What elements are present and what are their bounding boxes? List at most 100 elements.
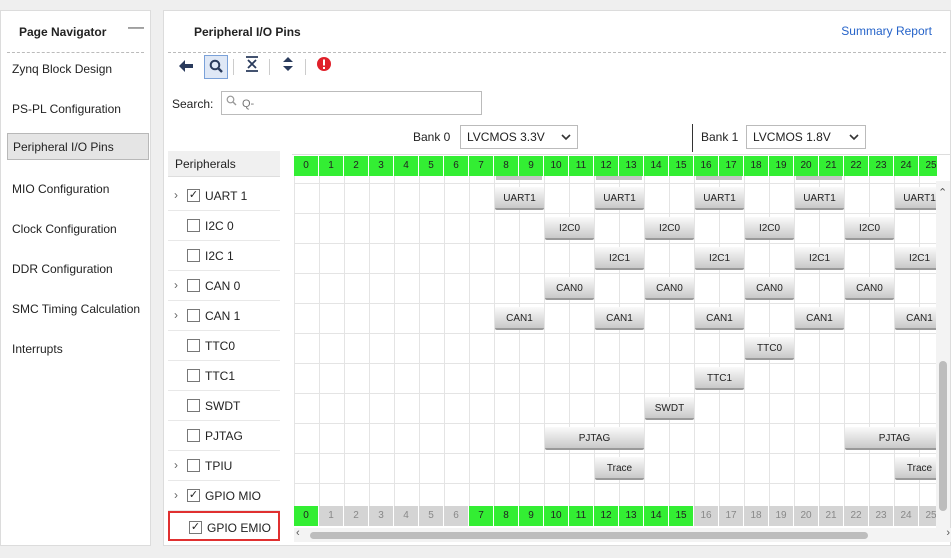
pin-footer-cell[interactable]: 13 <box>619 506 644 526</box>
peripheral-row[interactable]: ✓ GPIO EMIO <box>168 511 280 541</box>
pin-assignment[interactable]: I2C0 <box>845 217 894 240</box>
pin-header-cell[interactable]: 11 <box>569 156 594 176</box>
pin-assignment[interactable]: Trace <box>595 457 644 480</box>
bank0-voltage-select[interactable]: LVCMOS 3.3V <box>460 125 578 149</box>
pin-header-cell[interactable]: 14 <box>644 156 669 176</box>
pin-footer-cell[interactable]: 11 <box>569 506 594 526</box>
pin-header-cell[interactable]: 24 <box>894 156 919 176</box>
pin-header-cell[interactable]: 7 <box>469 156 494 176</box>
pin-assignment[interactable]: CAN1 <box>695 307 744 330</box>
collapse-all-icon[interactable] <box>240 55 264 79</box>
pin-assignment[interactable]: I2C1 <box>695 247 744 270</box>
peripheral-checkbox[interactable] <box>187 399 200 412</box>
pin-footer-cell[interactable]: 2 <box>344 506 369 526</box>
scrollbar-thumb[interactable] <box>310 532 868 539</box>
pin-assignment[interactable]: Trace <box>895 457 937 480</box>
pin-assignment[interactable]: I2C1 <box>595 247 644 270</box>
nav-item[interactable]: Zynq Block Design <box>7 56 149 83</box>
nav-item[interactable]: Peripheral I/O Pins <box>7 133 149 160</box>
pin-assignment[interactable]: SWDT <box>645 397 694 420</box>
pin-footer-cell[interactable]: 24 <box>894 506 919 526</box>
peripheral-row[interactable]: › CAN 0 <box>168 271 280 301</box>
chevron-right-icon[interactable]: › <box>174 188 178 202</box>
pin-header-cell[interactable]: 23 <box>869 156 894 176</box>
pin-header-cell[interactable]: 25 <box>919 156 937 176</box>
peripheral-row[interactable]: › ✓ UART 1 <box>168 181 280 211</box>
pin-footer-cell[interactable]: 17 <box>719 506 744 526</box>
pin-header-cell[interactable]: 0 <box>294 156 319 176</box>
pin-header-cell[interactable]: 13 <box>619 156 644 176</box>
pin-header-cell[interactable]: 9 <box>519 156 544 176</box>
search-input[interactable] <box>240 94 474 114</box>
horizontal-scrollbar[interactable]: ‹ › <box>294 527 951 542</box>
nav-item[interactable]: PS-PL Configuration <box>7 96 149 123</box>
pin-assignment[interactable]: CAN0 <box>545 277 594 300</box>
pin-assignment[interactable]: CAN1 <box>595 307 644 330</box>
nav-item[interactable]: DDR Configuration <box>7 256 149 283</box>
pin-header-cell[interactable]: 12 <box>594 156 619 176</box>
pin-header-cell[interactable]: 6 <box>444 156 469 176</box>
peripheral-row[interactable]: › TPIU <box>168 451 280 481</box>
pin-footer-cell[interactable]: 18 <box>744 506 769 526</box>
chevron-right-icon[interactable]: › <box>946 527 950 539</box>
pin-header-cell[interactable]: 2 <box>344 156 369 176</box>
chevron-right-icon[interactable]: › <box>174 458 178 472</box>
pin-assignment[interactable]: CAN0 <box>745 277 794 300</box>
peripheral-row[interactable]: TTC1 <box>168 361 280 391</box>
pin-assignment[interactable]: UART1 <box>495 187 544 210</box>
pin-assignment[interactable]: CAN1 <box>495 307 544 330</box>
pin-header-cell[interactable]: 19 <box>769 156 794 176</box>
scrollbar-thumb[interactable] <box>939 361 947 511</box>
chevron-right-icon[interactable]: › <box>174 278 178 292</box>
peripheral-checkbox[interactable]: ✓ <box>189 521 202 534</box>
pin-footer-cell[interactable]: 25 <box>919 506 937 526</box>
pin-footer-cell[interactable]: 15 <box>669 506 694 526</box>
pin-header-cell[interactable]: 16 <box>694 156 719 176</box>
pin-header-cell[interactable]: 4 <box>394 156 419 176</box>
chevron-left-icon[interactable]: ‹ <box>296 527 300 539</box>
pin-footer-cell[interactable]: 6 <box>444 506 469 526</box>
pin-footer-cell[interactable]: 8 <box>494 506 519 526</box>
expand-all-icon[interactable] <box>276 55 300 79</box>
pin-assignment[interactable]: UART1 <box>795 187 844 210</box>
pin-header-cell[interactable]: 22 <box>844 156 869 176</box>
peripheral-checkbox[interactable] <box>187 339 200 352</box>
pin-footer-cell[interactable]: 22 <box>844 506 869 526</box>
pin-assignment[interactable]: PJTAG <box>845 427 937 450</box>
peripheral-checkbox[interactable] <box>187 369 200 382</box>
pin-header-cell[interactable]: 10 <box>544 156 569 176</box>
pin-assignment[interactable]: CAN1 <box>895 307 937 330</box>
peripheral-row[interactable]: TTC0 <box>168 331 280 361</box>
pin-assignment[interactable]: I2C1 <box>895 247 937 270</box>
peripheral-checkbox[interactable] <box>187 459 200 472</box>
pin-assignment[interactable]: UART1 <box>895 187 937 210</box>
pin-assignment[interactable]: UART1 <box>595 187 644 210</box>
pin-header-cell[interactable]: 1 <box>319 156 344 176</box>
peripheral-checkbox[interactable] <box>187 309 200 322</box>
peripheral-row[interactable]: I2C 1 <box>168 241 280 271</box>
pin-assignment[interactable]: CAN0 <box>645 277 694 300</box>
peripheral-checkbox[interactable] <box>187 219 200 232</box>
pin-footer-cell[interactable]: 20 <box>794 506 819 526</box>
pin-assignment[interactable]: I2C0 <box>645 217 694 240</box>
pin-assignment[interactable]: CAN1 <box>795 307 844 330</box>
peripheral-checkbox[interactable] <box>187 249 200 262</box>
pin-assignment[interactable]: TTC0 <box>745 337 794 360</box>
pin-footer-cell[interactable]: 10 <box>544 506 569 526</box>
pin-assignment[interactable]: TTC1 <box>695 367 744 390</box>
pin-header-cell[interactable]: 3 <box>369 156 394 176</box>
pin-footer-cell[interactable]: 3 <box>369 506 394 526</box>
chevron-right-icon[interactable]: › <box>174 308 178 322</box>
pin-footer-cell[interactable]: 5 <box>419 506 444 526</box>
peripheral-row[interactable]: SWDT <box>168 391 280 421</box>
pin-assignment[interactable]: I2C0 <box>545 217 594 240</box>
search-field[interactable] <box>221 91 482 115</box>
pin-footer-cell[interactable]: 23 <box>869 506 894 526</box>
pin-footer-cell[interactable]: 1 <box>319 506 344 526</box>
nav-item[interactable]: Clock Configuration <box>7 216 149 243</box>
pin-footer-cell[interactable]: 21 <box>819 506 844 526</box>
pin-assignment[interactable]: I2C0 <box>745 217 794 240</box>
back-arrow-icon[interactable] <box>174 55 198 79</box>
pin-assignment[interactable]: I2C1 <box>795 247 844 270</box>
pin-footer-cell[interactable]: 0 <box>294 506 319 526</box>
